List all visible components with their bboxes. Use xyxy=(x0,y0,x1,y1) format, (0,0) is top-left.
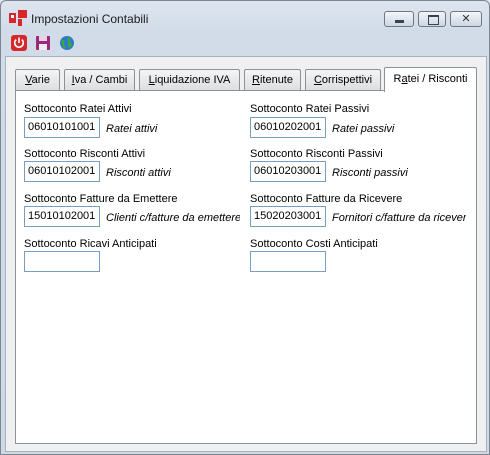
fatture-emettere-code-field[interactable]: 15010102001 xyxy=(24,206,100,227)
maximize-icon xyxy=(428,15,439,25)
ratei-attivi-description: Ratei attivi xyxy=(106,123,158,135)
tab-label: orrispettivi xyxy=(321,74,373,86)
ratei-passivi-code-field[interactable]: 06010202001 xyxy=(250,117,326,138)
ratei-attivi-code-field[interactable]: 06010101001 xyxy=(24,117,100,138)
content-panel: Varie Iva / Cambi Liquidazione IVA Riten… xyxy=(5,56,487,452)
tab-ratei-risconti[interactable]: Ratei / Risconti xyxy=(384,67,477,92)
risconti-passivi-label: Sottoconto Risconti Passivi xyxy=(250,148,383,160)
window-title: Impostazioni Contabili xyxy=(31,12,149,26)
risconti-passivi-code-field[interactable]: 06010203001 xyxy=(250,161,326,182)
title-bar[interactable]: Impostazioni Contabili ✕ xyxy=(1,1,489,31)
costi-anticipati-code-field[interactable] xyxy=(250,251,326,272)
settings-window: Impostazioni Contabili ✕ Varie Iva / Cam… xyxy=(0,0,490,455)
power-icon[interactable] xyxy=(11,35,27,51)
close-icon: ✕ xyxy=(461,13,471,25)
fatture-ricevere-label: Sottoconto Fatture da Ricevere xyxy=(250,193,403,205)
close-button[interactable]: ✕ xyxy=(450,11,482,27)
globe-icon[interactable] xyxy=(59,35,75,51)
costi-anticipati-label: Sottoconto Costi Anticipati xyxy=(250,238,378,250)
tab-label: itenute xyxy=(259,74,293,86)
ratei-passivi-description: Ratei passivi xyxy=(332,123,395,135)
tab-label-mnemonic: R xyxy=(252,74,260,86)
maximize-button[interactable] xyxy=(418,11,446,27)
ricavi-anticipati-label: Sottoconto Ricavi Anticipati xyxy=(24,238,157,250)
fatture-ricevere-description: Fornitori c/fatture da ricevere xyxy=(332,212,466,224)
tab-corrispettivi[interactable]: Corrispettivi xyxy=(305,69,381,90)
tab-label: tei / Risconti xyxy=(407,73,468,85)
risconti-passivi-description: Risconti passivi xyxy=(332,167,408,179)
app-logo-icon xyxy=(9,10,27,26)
ratei-passivi-label: Sottoconto Ratei Passivi xyxy=(250,103,370,115)
minimize-button[interactable] xyxy=(384,11,414,27)
risconti-attivi-description: Risconti attivi xyxy=(106,167,171,179)
tab-content-ratei-risconti: Sottoconto Ratei Attivi 06010101001 Rate… xyxy=(15,90,477,444)
fatture-emettere-label: Sottoconto Fatture da Emettere xyxy=(24,193,178,205)
tab-ritenute[interactable]: Ritenute xyxy=(244,69,301,90)
tab-label: iquidazione IVA xyxy=(154,74,231,86)
tab-label: arie xyxy=(31,74,50,86)
tab-varie[interactable]: Varie xyxy=(15,69,60,90)
minimize-icon xyxy=(395,20,404,23)
fatture-ricevere-code-field[interactable]: 15020203001 xyxy=(250,206,326,227)
risconti-attivi-label: Sottoconto Risconti Attivi xyxy=(24,148,146,160)
ratei-attivi-label: Sottoconto Ratei Attivi xyxy=(24,103,132,115)
fatture-emettere-description: Clienti c/fatture da emettere xyxy=(106,212,240,224)
tab-liquidazione-iva[interactable]: Liquidazione IVA xyxy=(139,69,240,90)
toolbar xyxy=(1,31,489,55)
risconti-attivi-code-field[interactable]: 06010102001 xyxy=(24,161,100,182)
tab-label: va / Cambi xyxy=(74,74,128,86)
tab-label-mnemonic: C xyxy=(313,74,322,86)
save-icon[interactable] xyxy=(35,35,51,51)
tab-iva-cambi[interactable]: Iva / Cambi xyxy=(64,69,135,90)
ricavi-anticipati-code-field[interactable] xyxy=(24,251,100,272)
